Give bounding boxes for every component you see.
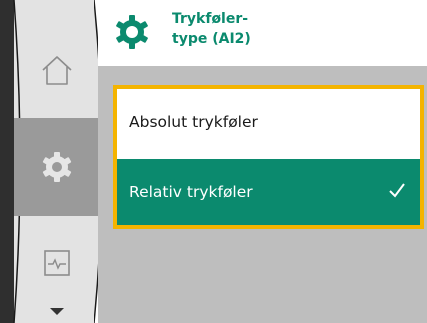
- settings-gear-icon: [116, 15, 148, 49]
- option-label: Absolut trykføler: [129, 113, 258, 131]
- sidebar-item-home[interactable]: [14, 32, 100, 110]
- monitor-pulse-icon: [44, 250, 70, 276]
- option-label: Relativ trykføler: [129, 183, 253, 201]
- sidebar-item-monitor[interactable]: [14, 226, 100, 300]
- option-relative-pressure-sensor[interactable]: Relativ trykføler: [117, 159, 420, 225]
- header: Trykføler- type (AI2): [98, 0, 427, 66]
- option-list: Absolut trykføler Relativ trykføler: [113, 85, 424, 229]
- sidebar-scroll-down[interactable]: [14, 300, 100, 323]
- checkmark-icon: [389, 183, 405, 198]
- option-absolute-pressure-sensor[interactable]: Absolut trykføler: [117, 89, 420, 155]
- settings-gear-icon: [42, 152, 72, 182]
- home-icon: [42, 56, 72, 85]
- sidebar-item-settings[interactable]: [14, 118, 100, 216]
- chevron-down-icon: [50, 307, 64, 315]
- page-title: Trykføler- type (AI2): [172, 11, 251, 47]
